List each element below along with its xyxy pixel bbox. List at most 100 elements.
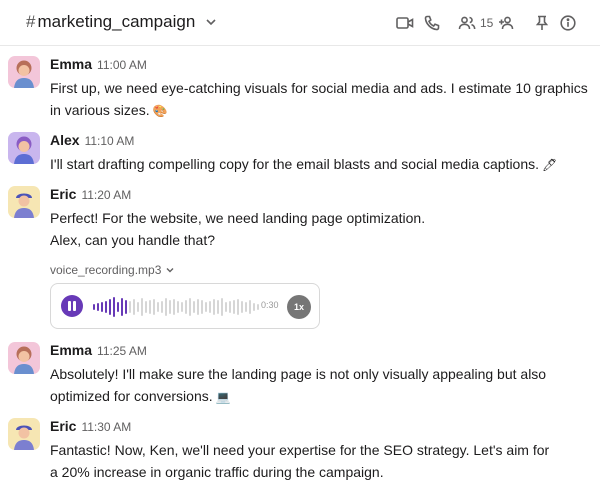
message-text: Fantastic! Now, Ken, we'll need your exp… — [50, 439, 595, 483]
avatar[interactable] — [8, 342, 40, 374]
timestamp[interactable]: 11:25 AM — [97, 344, 147, 358]
waveform-bar — [253, 303, 255, 311]
video-call-button[interactable] — [396, 12, 414, 34]
chevron-down-icon — [166, 268, 174, 273]
waveform-bar — [153, 299, 155, 315]
waveform-bar — [185, 300, 187, 314]
phone-call-button[interactable] — [424, 12, 440, 34]
waveform-bar — [229, 301, 231, 313]
message-line: Perfect! For the website, we need landin… — [50, 210, 426, 226]
avatar-emma-image — [8, 342, 40, 374]
pen-emoji-icon: 🖊 — [542, 158, 558, 173]
waveform-bar — [257, 304, 259, 310]
waveform-bar — [221, 298, 223, 316]
timestamp[interactable]: 11:20 AM — [81, 188, 131, 202]
waveform-bar — [189, 298, 191, 316]
message-text: Absolutely! I'll make sure the landing p… — [50, 363, 595, 408]
waveform-bar — [121, 298, 123, 316]
waveform-bar — [225, 302, 227, 312]
message: Eric 11:30 AM Fantastic! Now, Ken, we'll… — [0, 418, 600, 482]
video-camera-icon — [396, 17, 414, 29]
avatar[interactable] — [8, 132, 40, 164]
waveform-bar — [137, 302, 139, 312]
playback-speed-button[interactable]: 1x — [287, 295, 311, 319]
message-line: I'll start drafting compelling copy for … — [50, 156, 540, 172]
waveform-bar — [245, 302, 247, 312]
waveform-bar — [101, 302, 103, 312]
avatar[interactable] — [8, 186, 40, 218]
author-name[interactable]: Alex — [50, 132, 80, 148]
waveform-bar — [133, 299, 135, 315]
attachment-toggle[interactable]: voice_recording.mp3 — [50, 263, 175, 277]
add-person-icon — [499, 16, 514, 30]
message: Emma 11:00 AM First up, we need eye-catc… — [0, 56, 600, 120]
waveform-bar — [197, 299, 199, 315]
attachment-file-name: voice_recording.mp3 — [50, 263, 162, 277]
laptop-emoji-icon: 💻 — [215, 390, 231, 405]
waveform-bar — [157, 302, 159, 312]
waveform-bar — [209, 301, 211, 313]
waveform-bar — [193, 301, 195, 313]
waveform-bar — [93, 304, 95, 310]
waveform-bar — [173, 299, 175, 315]
message-line: in various sizes. — [50, 102, 150, 118]
waveform-bar — [149, 300, 151, 314]
author-name[interactable]: Eric — [50, 186, 76, 202]
avatar-eric-image — [8, 418, 40, 450]
channel-header: # marketing_campaign 15 — [0, 0, 600, 46]
waveform-bar — [145, 301, 147, 313]
avatar[interactable] — [8, 418, 40, 450]
members-button[interactable]: 15 — [458, 12, 493, 34]
channel-info-button[interactable] — [560, 12, 576, 34]
waveform-bar — [201, 300, 203, 314]
timestamp[interactable]: 11:30 AM — [81, 420, 131, 434]
avatar[interactable] — [8, 56, 40, 88]
message-line: a 20% increase in organic traffic during… — [50, 464, 384, 480]
phone-icon — [424, 15, 440, 31]
waveform-bar — [237, 299, 239, 315]
message-line: Absolutely! I'll make sure the landing p… — [50, 366, 547, 382]
palette-emoji-icon: 🎨 — [152, 104, 168, 119]
waveform-bar — [117, 302, 119, 312]
waveform-bar — [213, 299, 215, 315]
people-icon — [458, 16, 476, 30]
waveform-bar — [97, 303, 99, 311]
message-line: First up, we need eye-catching visuals f… — [50, 80, 588, 96]
author-name[interactable]: Eric — [50, 418, 76, 434]
timestamp[interactable]: 11:10 AM — [85, 134, 135, 148]
waveform-bar — [217, 300, 219, 314]
waveform-bar — [205, 302, 207, 312]
waveform-bar — [113, 297, 115, 317]
info-icon — [560, 15, 576, 31]
add-member-button[interactable] — [498, 12, 516, 34]
avatar-alex-image — [8, 132, 40, 164]
waveform-bar — [165, 298, 167, 316]
waveform-bar — [241, 301, 243, 313]
message-text: Perfect! For the website, we need landin… — [50, 207, 595, 251]
message: Eric 11:20 AM Perfect! For the website, … — [0, 186, 600, 332]
waveform-bar — [249, 300, 251, 314]
message-line: optimized for conversions. — [50, 388, 213, 404]
message: Emma 11:25 AM Absolutely! I'll make sure… — [0, 342, 600, 406]
waveform-bar — [181, 302, 183, 312]
waveform-bar — [233, 300, 235, 314]
waveform-scrubber[interactable] — [93, 294, 263, 320]
timestamp[interactable]: 11:00 AM — [97, 58, 147, 72]
waveform-bar — [169, 300, 171, 314]
waveform-bar — [141, 298, 143, 316]
member-count: 15 — [480, 16, 494, 30]
message-text: I'll start drafting compelling copy for … — [50, 153, 595, 176]
pause-button[interactable] — [61, 295, 83, 317]
message-line: Fantastic! Now, Ken, we'll need your exp… — [50, 442, 550, 458]
pin-button[interactable] — [535, 12, 549, 34]
duration: 0:30 — [261, 300, 279, 310]
waveform-bar — [161, 301, 163, 313]
message-text: First up, we need eye-catching visuals f… — [50, 77, 595, 122]
author-name[interactable]: Emma — [50, 56, 92, 72]
waveform-bar — [177, 301, 179, 313]
author-name[interactable]: Emma — [50, 342, 92, 358]
avatar-emma-image — [8, 56, 40, 88]
waveform-bar — [129, 301, 131, 313]
message-line: Alex, can you handle that? — [50, 232, 216, 248]
waveform-bar — [109, 299, 111, 315]
